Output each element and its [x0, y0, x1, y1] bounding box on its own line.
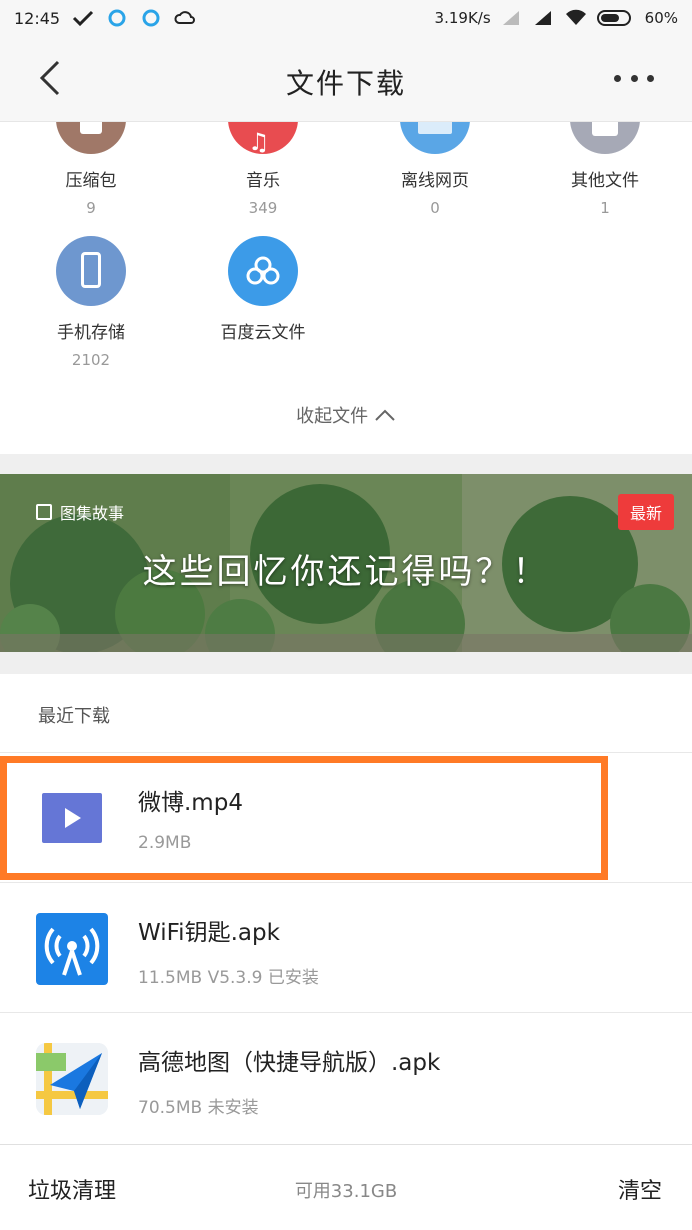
file-icon: [570, 122, 640, 154]
status-time: 12:45: [14, 8, 61, 28]
highlight-frame: [0, 756, 608, 880]
dot-icon: [614, 74, 621, 82]
dot-icon: [630, 74, 638, 82]
file-name: 高德地图（快捷导航版）.apk: [138, 1050, 441, 1076]
collapse-files-button[interactable]: 收起文件: [0, 402, 692, 428]
collapse-label: 收起文件: [296, 406, 369, 427]
wifi-icon: [36, 913, 108, 985]
section-divider: [0, 652, 692, 674]
status-bar: 12:45 3.19K/s 60%: [0, 0, 692, 36]
check-icon: [73, 10, 94, 27]
wifi-status-icon: [565, 9, 586, 25]
app-notification-icon: [108, 9, 126, 27]
banner-tag-label: 图集故事: [60, 504, 125, 523]
available-storage: 可用33.1GB: [294, 1181, 398, 1202]
recent-downloads-header: 最近下载: [38, 706, 110, 727]
category-count: 2102: [71, 351, 111, 369]
battery-icon: [596, 10, 631, 26]
category-webpage[interactable]: 离线网页 0: [350, 122, 520, 217]
category-count: 349: [248, 199, 278, 217]
bottom-bar: 垃圾清理 可用33.1GB 清空: [0, 1144, 692, 1230]
category-other[interactable]: 其他文件 1: [520, 122, 690, 217]
category-label: 其他文件: [571, 171, 639, 191]
category-count: 0: [430, 199, 440, 217]
category-count: 9: [86, 199, 96, 217]
signal-icon: [534, 11, 551, 25]
category-label: 音乐: [246, 171, 280, 191]
file-meta: 70.5MB 未安装: [138, 1098, 259, 1118]
file-name: WiFi钥匙.apk: [138, 920, 280, 946]
category-music[interactable]: ♫ 音乐 349: [178, 122, 348, 217]
more-menu-button[interactable]: [614, 66, 654, 90]
webpage-icon: [400, 122, 470, 154]
clear-button[interactable]: 清空: [618, 1173, 662, 1205]
phone-icon: [56, 236, 126, 306]
battery-level: 60%: [644, 9, 678, 27]
page-title: 文件下载: [285, 67, 406, 100]
net-speed: 3.19K/s: [434, 9, 491, 27]
album-icon: [36, 504, 52, 520]
category-label: 压缩包: [65, 171, 117, 191]
section-divider: [0, 454, 692, 474]
cloud-rings-icon: [246, 256, 280, 285]
category-label: 百度云文件: [220, 323, 306, 343]
category-zip[interactable]: 压缩包 9: [6, 122, 176, 217]
banner-headline: 这些回忆你还记得吗？！: [142, 552, 550, 592]
chevron-up-icon: [374, 406, 396, 427]
category-grid: 压缩包 9 ♫ 音乐 349 离线网页 0 其他文件 1 手机存储 2102 百…: [0, 122, 692, 454]
zip-icon: [56, 122, 126, 154]
app-notification-icon: [142, 9, 160, 27]
category-baidu-cloud[interactable]: 百度云文件: [178, 236, 348, 343]
story-banner[interactable]: 图集故事 最新 这些回忆你还记得吗？！: [0, 474, 692, 652]
category-label: 手机存储: [57, 323, 125, 343]
cloud-icon: [228, 236, 298, 306]
category-label: 离线网页: [401, 171, 469, 191]
title-bar: 文件下载: [0, 36, 692, 122]
download-item-amap[interactable]: 高德地图（快捷导航版）.apk 70.5MB 未安装: [0, 1012, 692, 1142]
category-count: 1: [600, 199, 610, 217]
map-icon: [36, 1043, 108, 1115]
signal-icon: [502, 11, 519, 25]
dot-icon: [647, 74, 654, 82]
music-icon: ♫: [228, 122, 298, 154]
file-meta: 11.5MB V5.3.9 已安装: [138, 968, 319, 988]
cloud-status-icon: [174, 11, 196, 24]
new-badge: 最新: [617, 494, 674, 530]
download-item-wifi[interactable]: WiFi钥匙.apk 11.5MB V5.3.9 已安装: [0, 882, 692, 1012]
category-phone-storage[interactable]: 手机存储 2102: [6, 236, 176, 369]
banner-tag: 图集故事: [36, 500, 124, 524]
